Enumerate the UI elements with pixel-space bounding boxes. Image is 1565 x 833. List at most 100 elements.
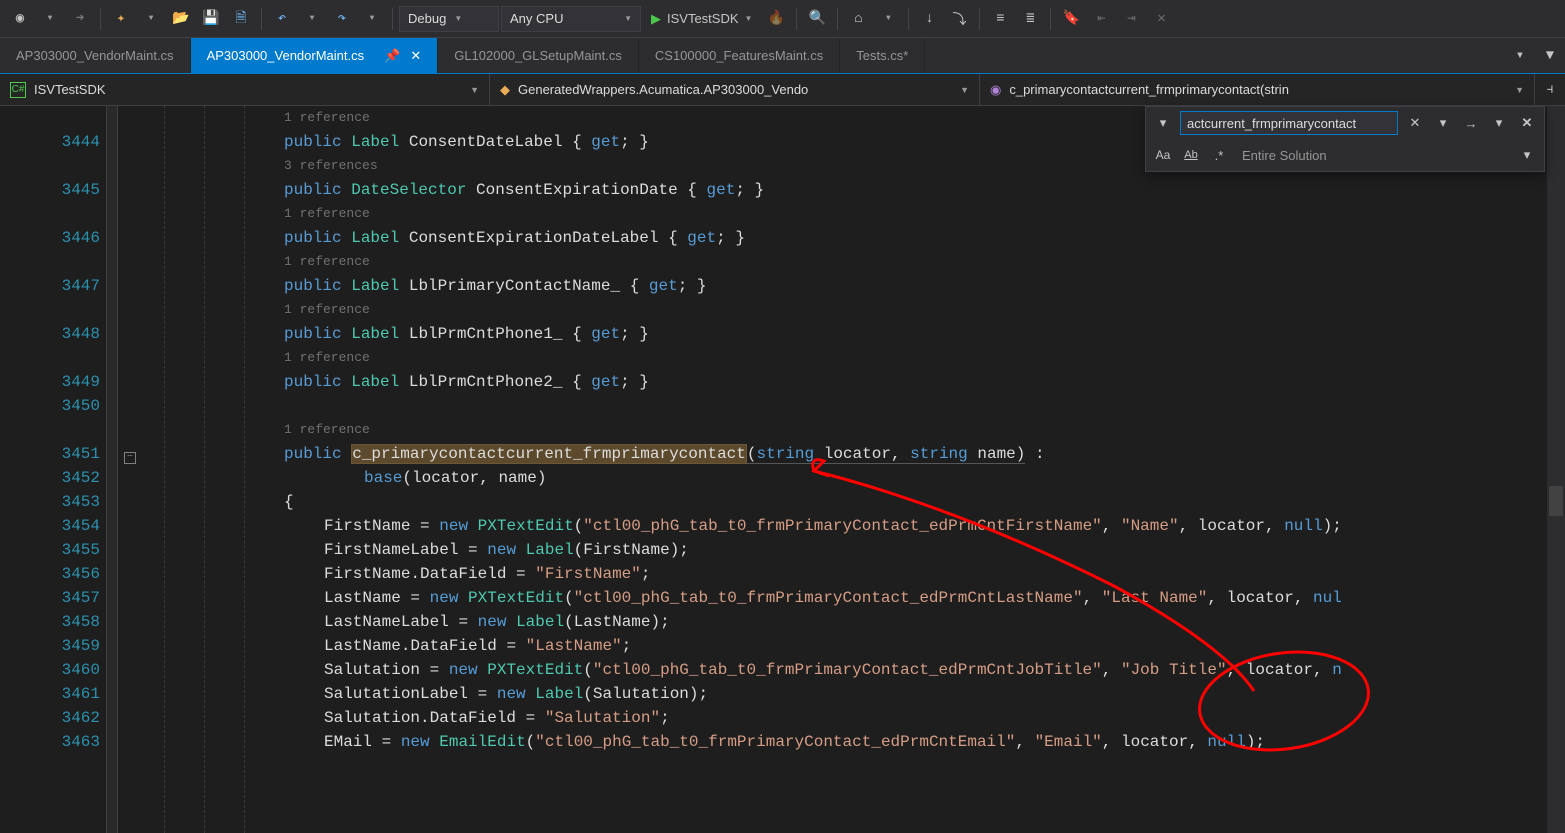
project-label: ISVTestSDK <box>34 82 106 97</box>
line-number: 3455 <box>48 538 100 562</box>
code-area[interactable]: 1 reference public Label ConsentDateLabe… <box>144 106 1565 833</box>
redo-button[interactable]: ↷ <box>328 5 356 33</box>
vertical-scrollbar[interactable] <box>1547 106 1565 833</box>
find-scope-caret[interactable]: ▾ <box>1516 144 1538 166</box>
code-line: public Label LblPrmCntPhone1_ { get; } <box>164 322 1565 346</box>
split-editor-button[interactable]: ⫞ <box>1535 82 1565 98</box>
browser-link-caret[interactable]: ▼ <box>874 5 902 33</box>
member-label: c_primarycontactcurrent_frmprimarycontac… <box>1009 82 1289 97</box>
find-replace-panel: ▾ ✕ ▾ → ▾ ✕ Aa Ab .* Entire Solution ▾ <box>1145 106 1545 172</box>
find-in-files-button[interactable]: 🔍 <box>803 5 831 33</box>
browser-link-button[interactable]: ⌂ <box>844 5 872 33</box>
bookmark-button[interactable]: 🔖 <box>1057 5 1085 33</box>
line-number: 3456 <box>48 562 100 586</box>
tab-label: AP303000_VendorMaint.cs <box>16 48 174 63</box>
find-options-caret[interactable]: ▾ <box>1432 112 1454 134</box>
expand-replace-button[interactable]: ▾ <box>1152 112 1174 134</box>
next-bookmark-button[interactable]: ⇥ <box>1117 5 1145 33</box>
save-button[interactable]: 💾 <box>197 5 225 33</box>
codelens[interactable]: 1 reference <box>164 250 1565 274</box>
pin-icon[interactable]: 📌 <box>384 48 400 64</box>
nav-back-button[interactable]: ◉ <box>6 5 34 33</box>
codelens[interactable]: 1 reference <box>164 202 1565 226</box>
tab-vendormaint-2[interactable]: AP303000_VendorMaint.cs 📌 ✕ <box>191 38 439 73</box>
find-scope-label: Entire Solution <box>1236 148 1510 163</box>
redo-caret[interactable]: ▼ <box>358 5 386 33</box>
line-number: 3444 <box>48 130 100 154</box>
solution-platform-dropdown[interactable]: Any CPU ▼ <box>501 6 641 32</box>
member-selector[interactable]: ◉ c_primarycontactcurrent_frmprimarycont… <box>980 74 1535 105</box>
save-all-button[interactable]: 🗎 <box>227 5 255 33</box>
start-debug-button[interactable]: ▶ ISVTestSDK ▼ <box>643 5 760 33</box>
tab-glsetupmaint[interactable]: GL102000_GLSetupMaint.cs <box>438 38 639 73</box>
tab-overflow-button[interactable]: ▾ <box>1505 38 1535 73</box>
code-folding-gutter[interactable]: − <box>118 106 144 833</box>
code-line: { <box>164 490 1565 514</box>
line-number: 3449 <box>48 370 100 394</box>
tab-label: GL102000_GLSetupMaint.cs <box>454 48 622 63</box>
code-line: LastName = new PXTextEdit("ctl00_phG_tab… <box>164 586 1565 610</box>
codelens[interactable]: 1 reference <box>164 418 1565 442</box>
line-number: 3459 <box>48 634 100 658</box>
new-item-caret[interactable]: ▼ <box>137 5 165 33</box>
tab-label: CS100000_FeaturesMaint.cs <box>655 48 823 63</box>
close-icon[interactable]: ✕ <box>410 48 421 64</box>
nav-back-caret[interactable]: ▼ <box>36 5 64 33</box>
find-close-button[interactable]: ✕ <box>1404 112 1426 134</box>
find-prev-caret[interactable]: ▾ <box>1488 112 1510 134</box>
play-icon: ▶ <box>651 11 661 27</box>
fold-toggle[interactable]: − <box>124 452 136 464</box>
nav-forward-button[interactable]: ➜ <box>66 5 94 33</box>
code-navbar: C# ISVTestSDK ▼ ◆ GeneratedWrappers.Acum… <box>0 74 1565 106</box>
code-line: FirstNameLabel = new Label(FirstName); <box>164 538 1565 562</box>
code-line: FirstName.DataField = "FirstName"; <box>164 562 1565 586</box>
new-item-button[interactable]: ✦ <box>107 5 135 33</box>
config-value: Debug <box>408 11 446 26</box>
line-number: 3451 <box>48 442 100 466</box>
code-editor[interactable]: ▾ ✕ ▾ → ▾ ✕ Aa Ab .* Entire Solution ▾ 3… <box>0 106 1565 833</box>
find-next-button[interactable]: → <box>1460 112 1482 134</box>
step-into-button[interactable]: ↓ <box>915 5 943 33</box>
tab-featuresmaint[interactable]: CS100000_FeaturesMaint.cs <box>639 38 840 73</box>
open-file-button[interactable]: 📂 <box>167 5 195 33</box>
breakpoint-margin[interactable] <box>0 106 48 833</box>
codelens[interactable]: 1 reference <box>164 346 1565 370</box>
line-number: 3445 <box>48 178 100 202</box>
code-line: EMail = new EmailEdit("ctl00_phG_tab_t0_… <box>164 730 1565 754</box>
tab-label: Tests.cs* <box>856 48 908 63</box>
find-input[interactable] <box>1180 111 1398 135</box>
code-line: base(locator, name) <box>164 466 1565 490</box>
code-line-blank <box>164 394 1565 418</box>
undo-button[interactable]: ↶ <box>268 5 296 33</box>
undo-caret[interactable]: ▼ <box>298 5 326 33</box>
code-line: Salutation.DataField = "Salutation"; <box>164 706 1565 730</box>
tab-tests[interactable]: Tests.cs* <box>840 38 925 73</box>
clear-bookmarks-button[interactable]: ✕ <box>1147 5 1175 33</box>
tab-label: AP303000_VendorMaint.cs <box>207 48 365 63</box>
hot-reload-button[interactable]: 🔥 <box>762 5 790 33</box>
line-number: 3452 <box>48 466 100 490</box>
line-number: 3460 <box>48 658 100 682</box>
indent-less-button[interactable]: ≡ <box>986 5 1014 33</box>
solution-config-dropdown[interactable]: Debug ▼ <box>399 6 499 32</box>
line-number: 3462 <box>48 706 100 730</box>
indent-more-button[interactable]: ≣ <box>1016 5 1044 33</box>
match-case-button[interactable]: Aa <box>1152 144 1174 166</box>
code-line: LastNameLabel = new Label(LastName); <box>164 610 1565 634</box>
step-over-button[interactable]: ⤵ <box>945 5 973 33</box>
line-number: 3454 <box>48 514 100 538</box>
class-icon: ◆ <box>500 82 510 98</box>
codelens[interactable]: 1 reference <box>164 298 1565 322</box>
prev-bookmark-button[interactable]: ⇤ <box>1087 5 1115 33</box>
whole-word-button[interactable]: Ab <box>1180 144 1202 166</box>
start-target-label: ISVTestSDK <box>667 11 739 26</box>
find-panel-close-button[interactable]: ✕ <box>1516 112 1538 134</box>
method-icon: ◉ <box>990 82 1001 98</box>
code-line: LastName.DataField = "LastName"; <box>164 634 1565 658</box>
regex-button[interactable]: .* <box>1208 144 1230 166</box>
tab-dropdown-button[interactable]: ▼ <box>1535 38 1565 73</box>
class-selector[interactable]: ◆ GeneratedWrappers.Acumatica.AP303000_V… <box>490 74 980 105</box>
tab-vendormaint-1[interactable]: AP303000_VendorMaint.cs <box>0 38 191 73</box>
project-selector[interactable]: C# ISVTestSDK ▼ <box>0 74 490 105</box>
line-number: 3463 <box>48 730 100 754</box>
